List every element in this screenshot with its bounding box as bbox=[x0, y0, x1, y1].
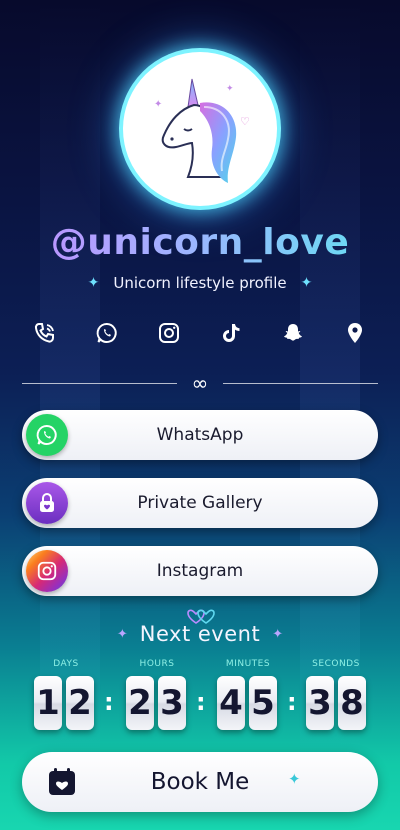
tagline: Unicorn lifestyle profile bbox=[113, 274, 287, 292]
snapchat-icon[interactable] bbox=[278, 318, 308, 348]
sparkle-icon: ✦ bbox=[288, 770, 301, 788]
private-gallery-link-label: Private Gallery bbox=[137, 493, 263, 513]
infinity-icon: ∞ bbox=[191, 371, 209, 395]
sparkle-icon: ✦ bbox=[272, 626, 284, 642]
tagline-row: ✦ Unicorn lifestyle profile ✦ bbox=[0, 274, 400, 292]
svg-text:✦: ✦ bbox=[226, 84, 234, 94]
days-digit: 1 bbox=[34, 676, 62, 730]
hours-digit: 2 bbox=[126, 676, 154, 730]
sparkle-icon: ✦ bbox=[87, 275, 100, 291]
countdown-separator: : bbox=[287, 688, 297, 716]
instagram-icon[interactable] bbox=[154, 318, 184, 348]
location-pin-icon[interactable] bbox=[340, 318, 370, 348]
minutes-label: MINUTES bbox=[225, 659, 271, 669]
calendar-heart-icon bbox=[49, 768, 75, 795]
days-label: DAYS bbox=[53, 659, 79, 669]
username: @unicorn_love bbox=[0, 222, 400, 263]
sparkle-icon: ✦ bbox=[116, 626, 128, 642]
book-me-button[interactable]: Book Me ✦ bbox=[22, 752, 378, 812]
unicorn-logo: ✦ ✦ ♡ bbox=[154, 78, 250, 183]
whatsapp-icon[interactable] bbox=[92, 318, 122, 348]
whatsapp-link-label: WhatsApp bbox=[156, 425, 244, 445]
book-me-label: Book Me bbox=[150, 769, 250, 795]
minutes-digit: 4 bbox=[217, 676, 245, 730]
hours-digit: 3 bbox=[158, 676, 186, 730]
svg-text:✦: ✦ bbox=[154, 99, 162, 110]
instagram-link-label: Instagram bbox=[156, 561, 244, 581]
whatsapp-link-button[interactable]: WhatsApp bbox=[22, 410, 378, 460]
svg-text:♡: ♡ bbox=[240, 115, 250, 128]
instagram-icon bbox=[26, 550, 68, 592]
countdown-separator: : bbox=[196, 688, 206, 716]
whatsapp-icon bbox=[26, 414, 68, 456]
tiktok-icon[interactable] bbox=[216, 318, 246, 348]
divider: ∞ bbox=[22, 373, 378, 393]
avatar: ✦ ✦ ♡ bbox=[123, 52, 277, 206]
private-gallery-link-button[interactable]: Private Gallery bbox=[22, 478, 378, 528]
seconds-digit: 8 bbox=[338, 676, 366, 730]
days-digit: 2 bbox=[66, 676, 94, 730]
lock-heart-icon bbox=[26, 482, 68, 524]
instagram-link-button[interactable]: Instagram bbox=[22, 546, 378, 596]
seconds-digit: 3 bbox=[306, 676, 334, 730]
countdown-timer: 1 2 : 2 3 : 4 5 : 3 8 bbox=[0, 676, 400, 730]
event-header: ✦ Next event ✦ bbox=[0, 622, 400, 646]
sparkle-icon: ✦ bbox=[300, 275, 313, 291]
minutes-digit: 5 bbox=[249, 676, 277, 730]
phone-icon[interactable] bbox=[30, 318, 60, 348]
countdown-separator: : bbox=[104, 688, 114, 716]
event-title: Next event bbox=[139, 622, 261, 646]
social-icons-row bbox=[30, 318, 370, 348]
hours-label: HOURS bbox=[139, 659, 175, 669]
seconds-label: SECONDS bbox=[312, 659, 360, 669]
